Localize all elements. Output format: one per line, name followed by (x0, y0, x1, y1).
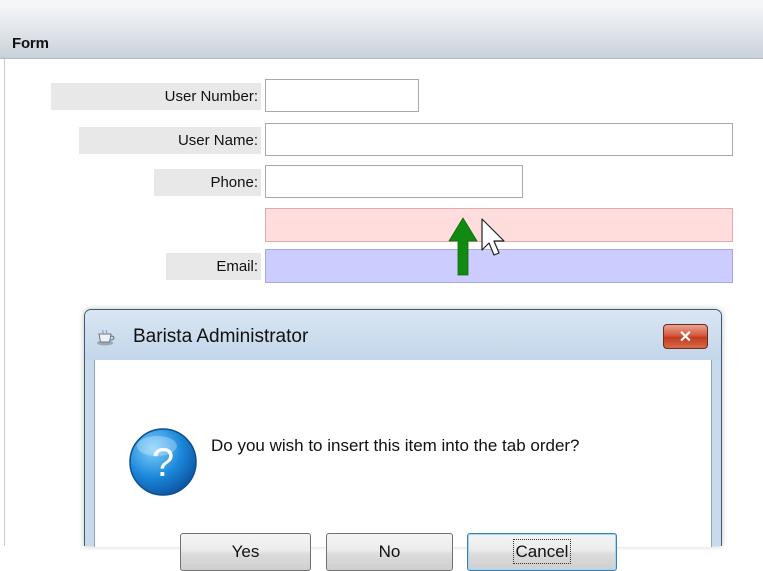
close-button[interactable]: ✕ (663, 324, 708, 349)
user-name-input[interactable] (265, 123, 733, 156)
form-header: Form (0, 8, 763, 59)
yes-button-label: Yes (231, 542, 260, 561)
form-title: Form (12, 35, 49, 52)
cancel-button[interactable]: Cancel (467, 533, 617, 571)
question-icon: ? (129, 428, 197, 496)
user-name-label: User Name: (79, 127, 261, 154)
dialog-title: Barista Administrator (133, 326, 309, 347)
insertion-indicator (448, 217, 505, 276)
no-button-label: No (378, 542, 401, 561)
up-arrow-icon (448, 217, 478, 276)
coffee-cup-icon (97, 329, 115, 346)
confirmation-dialog: Barista Administrator ✕ ? Do you wish to… (84, 309, 722, 571)
svg-text:?: ? (152, 441, 174, 485)
form-top-strip (0, 0, 763, 8)
close-icon: ✕ (678, 328, 693, 346)
yes-button[interactable]: Yes (180, 533, 311, 571)
user-number-input[interactable] (265, 79, 419, 112)
email-label: Email: (166, 253, 261, 280)
phone-input[interactable] (265, 165, 523, 198)
dialog-content: ? Do you wish to insert this item into t… (94, 360, 712, 571)
no-button[interactable]: No (326, 533, 453, 571)
dialog-titlebar: Barista Administrator ✕ (85, 310, 721, 360)
user-number-label: User Number: (51, 83, 261, 110)
form-left-border (4, 59, 5, 546)
cancel-button-label: Cancel (512, 539, 572, 564)
dialog-message: Do you wish to insert this item into the… (211, 436, 580, 455)
mouse-pointer-icon (481, 218, 505, 256)
phone-label: Phone: (154, 169, 261, 196)
